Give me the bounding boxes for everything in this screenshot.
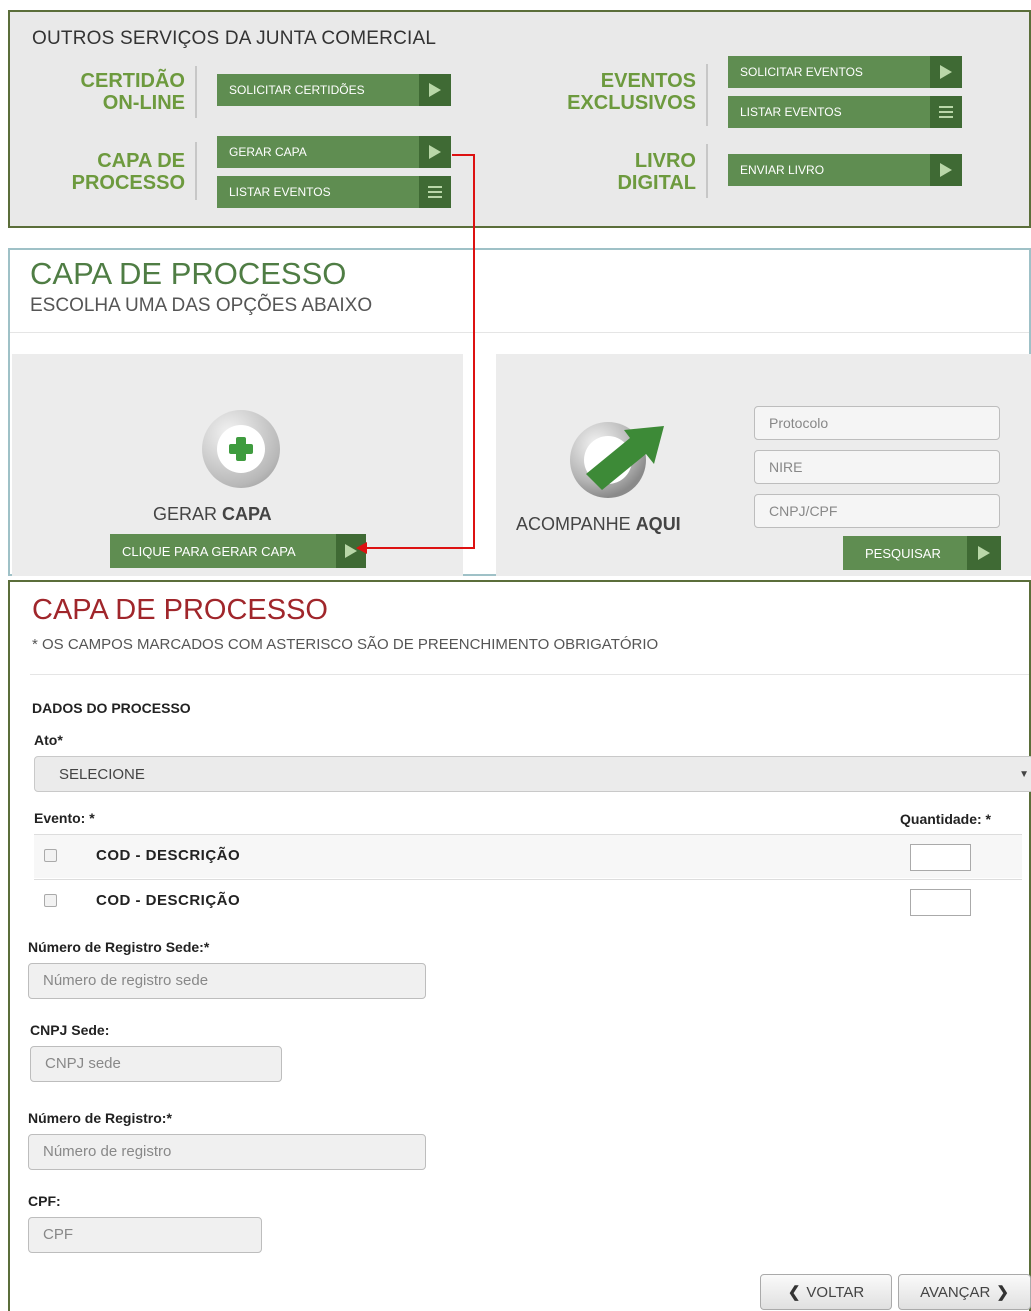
gerar-capa-card: GERAR CAPA CLIQUE PARA GERAR CAPA (12, 354, 463, 576)
enviar-livro-button[interactable]: ENVIAR LIVRO (728, 154, 962, 186)
listar-eventos-exclusivos-label: LISTAR EVENTOS (740, 105, 842, 119)
quantidade-input[interactable] (910, 844, 971, 871)
protocolo-input[interactable]: Protocolo (754, 406, 1000, 440)
list-icon (419, 176, 451, 208)
livro-label-line1: LIVRO (634, 150, 696, 172)
solicitar-eventos-label: SOLICITAR EVENTOS (740, 65, 863, 79)
pesquisar-button[interactable]: PESQUISAR (843, 536, 1001, 570)
solicitar-certidoes-button[interactable]: SOLICITAR CERTIDÕES (217, 74, 451, 106)
play-icon (930, 154, 962, 186)
plus-circle-icon (202, 410, 280, 488)
cnpj-sede-input[interactable]: CNPJ sede (30, 1046, 282, 1082)
voltar-button[interactable]: ❮ VOLTAR (760, 1274, 892, 1310)
ato-select[interactable]: SELECIONE ▼ (34, 756, 1031, 792)
outros-servicos-panel: OUTROS SERVIÇOS DA JUNTA COMERCIAL CERTI… (8, 10, 1031, 228)
capa-label-line2: PROCESSO (71, 172, 185, 194)
capa-label: CAPA DE PROCESSO (50, 150, 185, 194)
pesquisar-label: PESQUISAR (865, 545, 941, 561)
gerar-capa-label: GERAR CAPA (229, 145, 307, 159)
gerar-capa-heading: GERAR CAPA (153, 504, 272, 524)
separator (30, 674, 1029, 675)
escolha-title: CAPA DE PROCESSO (30, 256, 347, 291)
avancar-button[interactable]: AVANÇAR ❯ (898, 1274, 1031, 1310)
arrow-circle-icon (570, 422, 664, 498)
listar-eventos-button[interactable]: LISTAR EVENTOS (217, 176, 451, 208)
event-description: COD - DESCRIÇÃO (96, 847, 241, 864)
escolha-subtitle: ESCOLHA UMA DAS OPÇÕES ABAIXO (30, 295, 373, 316)
eventos-label-line1: EVENTOS (600, 70, 696, 92)
avancar-label: AVANÇAR (920, 1283, 991, 1301)
connector-arrow-icon (356, 542, 367, 554)
quantidade-label: Quantidade: * (900, 811, 992, 827)
event-checkbox[interactable] (44, 894, 57, 907)
listar-eventos-label: LISTAR EVENTOS (229, 185, 331, 199)
quantidade-input[interactable] (910, 889, 971, 916)
clique-gerar-capa-label: CLIQUE PARA GERAR CAPA (122, 543, 296, 559)
event-row: COD - DESCRIÇÃO (34, 879, 1022, 923)
enviar-livro-label: ENVIAR LIVRO (740, 163, 825, 177)
gerar-capa-button[interactable]: GERAR CAPA (217, 136, 451, 168)
divider (195, 142, 197, 200)
form-title: CAPA DE PROCESSO (32, 594, 328, 626)
acompanhe-heading: ACOMPANHE AQUI (516, 514, 681, 534)
chevron-down-icon: ▼ (1019, 769, 1029, 780)
escolha-panel: CAPA DE PROCESSO ESCOLHA UMA DAS OPÇÕES … (8, 248, 1031, 576)
cpf-input[interactable]: CPF (28, 1217, 262, 1253)
divider (195, 66, 197, 118)
play-icon (419, 74, 451, 106)
certidao-label-line1: CERTIDÃO (80, 70, 185, 92)
event-checkbox[interactable] (44, 849, 57, 862)
certidao-label: CERTIDÃO ON-LINE (50, 70, 185, 114)
livro-label-line2: DIGITAL (617, 172, 696, 194)
event-description: COD - DESCRIÇÃO (96, 892, 241, 909)
cpf-label: CPF: (28, 1193, 61, 1209)
eventos-label: EVENTOS EXCLUSIVOS (550, 70, 696, 114)
connector-line (452, 154, 475, 156)
registro-sede-input[interactable]: Número de registro sede (28, 963, 426, 999)
solicitar-certidoes-label: SOLICITAR CERTIDÕES (229, 83, 365, 97)
divider (706, 64, 708, 126)
connector-line (366, 547, 475, 549)
ato-label: Ato* (34, 732, 63, 748)
chevron-right-icon: ❯ (996, 1284, 1009, 1301)
capa-form-panel: CAPA DE PROCESSO * OS CAMPOS MARCADOS CO… (8, 580, 1031, 1311)
registro-sede-label: Número de Registro Sede:* (28, 939, 210, 955)
listar-eventos-exclusivos-button[interactable]: LISTAR EVENTOS (728, 96, 962, 128)
event-row: COD - DESCRIÇÃO (34, 834, 1022, 878)
connector-line (473, 155, 475, 548)
acompanhe-card: ACOMPANHE AQUI Protocolo NIRE CNPJ/CPF P… (496, 354, 1031, 576)
divider (706, 144, 708, 198)
clique-gerar-capa-button[interactable]: CLIQUE PARA GERAR CAPA (110, 534, 366, 568)
capa-label-line1: CAPA DE (97, 150, 185, 172)
section-dados-processo: DADOS DO PROCESSO (32, 700, 191, 716)
ato-selected-value: SELECIONE (59, 766, 145, 783)
list-icon (930, 96, 962, 128)
certidao-label-line2: ON-LINE (102, 92, 185, 114)
play-icon (967, 536, 1001, 570)
evento-label: Evento: * (34, 810, 95, 826)
registro-label: Número de Registro:* (28, 1110, 172, 1126)
cnpj-cpf-input[interactable]: CNPJ/CPF (754, 494, 1000, 528)
chevron-left-icon: ❮ (787, 1284, 801, 1301)
play-icon (419, 136, 451, 168)
livro-label: LIVRO DIGITAL (550, 150, 696, 194)
separator (10, 332, 1029, 333)
registro-input[interactable]: Número de registro (28, 1134, 426, 1170)
cnpj-sede-label: CNPJ Sede: (30, 1022, 110, 1038)
solicitar-eventos-button[interactable]: SOLICITAR EVENTOS (728, 56, 962, 88)
play-icon (930, 56, 962, 88)
eventos-label-line2: EXCLUSIVOS (567, 92, 696, 114)
form-note: * OS CAMPOS MARCADOS COM ASTERISCO SÃO D… (32, 636, 659, 653)
voltar-label: VOLTAR (806, 1283, 865, 1301)
outros-servicos-header: OUTROS SERVIÇOS DA JUNTA COMERCIAL (32, 28, 437, 49)
nire-input[interactable]: NIRE (754, 450, 1000, 484)
